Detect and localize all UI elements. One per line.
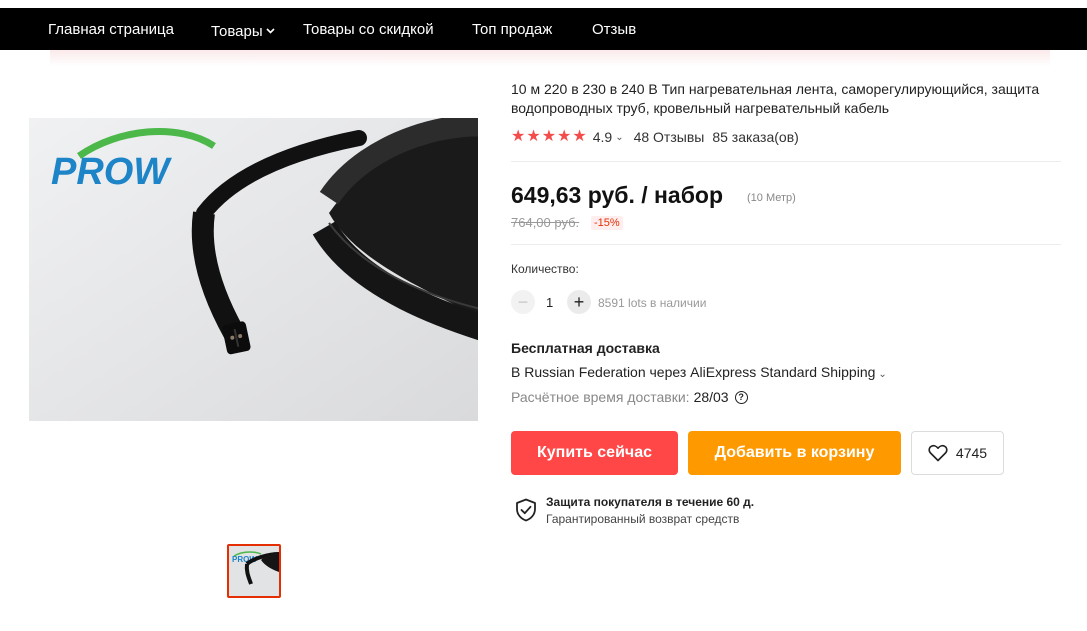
star-icon: ★ (511, 128, 526, 145)
product-main-image[interactable]: PROW (29, 118, 478, 421)
rating-value[interactable]: 4.9 (593, 129, 612, 145)
chevron-down-icon (266, 21, 275, 39)
wishlist-count: 4745 (955, 445, 988, 461)
quantity-label: Количество: (511, 262, 579, 276)
cable-photo: PROW (29, 118, 478, 421)
shipping-method-selector[interactable]: В Russian Federation через AliExpress St… (511, 364, 887, 380)
stock-info: 8591 lots в наличии (598, 296, 707, 310)
quantity-decrease-button[interactable]: − (511, 290, 535, 314)
product-title: 10 м 220 в 230 в 240 В Тип нагревательна… (511, 81, 1040, 116)
nav-item-products[interactable]: Товары (211, 21, 275, 41)
eta-label: Расчётное время доставки: (511, 389, 690, 405)
star-rating: ★ ★ ★ ★ ★ (511, 129, 587, 145)
shipping-title: Бесплатная доставка (511, 340, 660, 356)
star-icon: ★ (557, 128, 572, 145)
wishlist-button[interactable]: 4745 (911, 431, 1004, 475)
heart-icon (928, 444, 948, 462)
question-icon[interactable]: ? (734, 390, 748, 404)
quantity-value[interactable]: 1 (546, 295, 553, 310)
eta-date: 28/03 (693, 389, 729, 405)
delivery-estimate: Расчётное время доставки: 28/03 ? (511, 389, 748, 405)
nav-item-home[interactable]: Главная страница (48, 21, 174, 39)
buyer-protection-title: Защита покупателя в течение 60 д. (546, 495, 755, 509)
divider (511, 244, 1061, 245)
current-price: 649,63 руб. / набор (511, 182, 724, 208)
star-icon: ★ (541, 128, 557, 145)
chevron-down-icon[interactable]: ⌄ (615, 132, 623, 143)
nav-item-discounted[interactable]: Товары со скидкой (303, 21, 434, 39)
nav-shadow (50, 50, 1050, 66)
star-icon: ★ (526, 128, 541, 145)
nav-item-reviews[interactable]: Отзыв (592, 21, 636, 39)
shipping-method-label: В Russian Federation через AliExpress St… (511, 364, 876, 380)
orders-count: 85 заказа(ов) (712, 129, 799, 145)
star-icon: ★ (572, 128, 587, 145)
nav-item-label: Товары (211, 23, 263, 40)
reviews-link[interactable]: 48 Отзывы (634, 129, 705, 145)
add-to-cart-button[interactable]: Добавить в корзину (688, 431, 901, 475)
chevron-down-icon: ⌄ (878, 369, 887, 380)
brand-logo-text: PROW (51, 151, 172, 193)
buy-now-button[interactable]: Купить сейчас (511, 431, 678, 475)
buyer-protection-subtitle: Гарантированный возврат средств (546, 512, 740, 526)
thumbnail-image: PROW (229, 546, 279, 596)
gallery-thumbnail[interactable]: PROW (227, 544, 281, 598)
shield-check-icon (515, 498, 537, 527)
divider (511, 161, 1061, 162)
old-price: 764,00 руб. (511, 215, 580, 230)
discount-badge: -15% (591, 216, 623, 230)
quantity-increase-button[interactable]: + (567, 290, 591, 314)
nav-item-top-sales[interactable]: Топ продаж (472, 21, 552, 39)
rating-row: ★ ★ ★ ★ ★ 4.9 ⌄ 48 Отзывы 85 заказа(ов) (511, 128, 799, 146)
price-unit: (10 Метр) (747, 192, 796, 204)
top-nav-bar: Главная страница Товары Товары со скидко… (0, 8, 1087, 50)
